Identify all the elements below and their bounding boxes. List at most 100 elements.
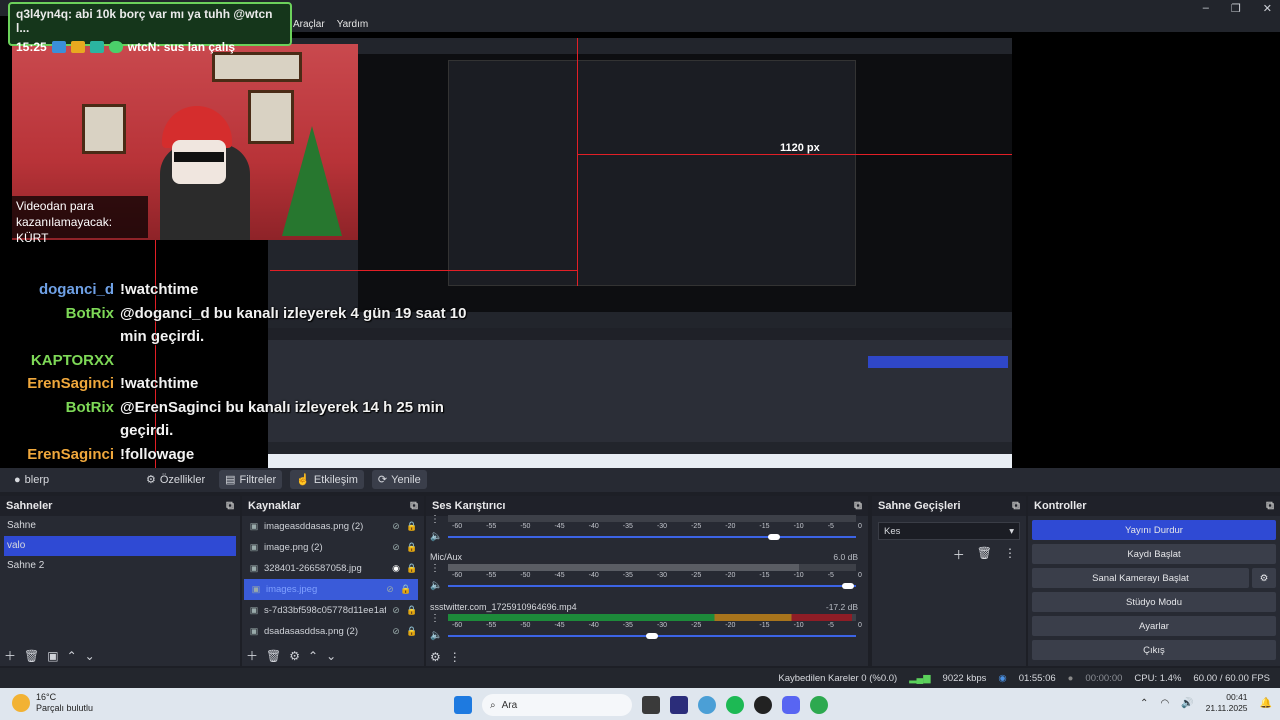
scene-item[interactable]: valo (4, 536, 236, 556)
lock-icon: 🔒 (406, 605, 418, 615)
chat-message: @ErenSaginci bu kanalı izleyerek 14 h 25… (120, 398, 444, 416)
spotify-icon[interactable] (726, 696, 744, 714)
guide-line (270, 270, 578, 271)
studio-mode-button[interactable]: Stüdyo Modu (1032, 592, 1276, 612)
chat-username (0, 325, 114, 349)
windows-start-icon[interactable] (454, 696, 472, 714)
volume-knob[interactable] (646, 633, 658, 639)
task-view-icon[interactable] (642, 696, 660, 714)
source-item[interactable]: ▣ imageasddasas.png (2) ⊘ 🔒 (242, 516, 424, 537)
trash-icon[interactable]: 🗑 (24, 649, 39, 663)
volume-slider[interactable] (448, 534, 856, 540)
chat-line: BotRix @ErenSaginci bu kanalı 1 yıl 1 ay … (0, 466, 470, 468)
gear-icon[interactable]: ⚙ (430, 650, 441, 664)
undock-icon[interactable]: ⧉ (410, 500, 418, 513)
add-icon[interactable]: ＋ (246, 647, 258, 664)
preview-canvas[interactable]: 1120 px Videodan para kazanılamayacak: K… (0, 16, 1280, 468)
source-item[interactable]: ▣ images.jpeg ⊘ 🔒 (244, 579, 418, 600)
close-button[interactable]: ✕ (1263, 2, 1272, 15)
more-icon[interactable]: ⋮ (1004, 546, 1016, 563)
chrome-icon[interactable] (810, 696, 828, 714)
chat-line: geçirdi. (0, 419, 470, 443)
chat-message: !watchtime (120, 375, 199, 392)
minimize-button[interactable]: – (1203, 2, 1209, 14)
chat-username: ErenSaginci (27, 445, 114, 463)
virtual-camera-settings-button[interactable]: ⚙ (1252, 568, 1276, 588)
speaker-icon[interactable]: 🔈 (430, 580, 442, 591)
volume-knob[interactable] (841, 583, 854, 589)
properties-button[interactable]: ⚙ Özellikler (140, 470, 211, 489)
speaker-icon[interactable]: 🔈 (430, 630, 442, 641)
volume-slider[interactable] (448, 633, 856, 639)
chevron-down-icon: ▾ (1009, 525, 1014, 537)
undock-icon[interactable]: ⧉ (226, 500, 234, 513)
chat-message: geçirdi. (120, 422, 174, 439)
filter-icon: ▤ (225, 474, 236, 486)
scene-item[interactable]: Sahne (0, 516, 240, 536)
trash-icon[interactable]: 🗑 (977, 546, 992, 563)
volume-icon[interactable]: 🔊 (1181, 698, 1193, 709)
image-icon: ▣ (251, 584, 261, 594)
exit-button[interactable]: Çıkış (1032, 640, 1276, 660)
refresh-button[interactable]: ⟳ Yenile (371, 470, 427, 489)
lock-icon: 🔒 (406, 521, 418, 531)
filters-button[interactable]: ▤ Filtreler (219, 470, 283, 489)
start-virtual-camera-button[interactable]: Sanal Kamerayı Başlat (1032, 568, 1249, 588)
move-down-icon[interactable]: ⌄ (85, 649, 95, 663)
move-up-icon[interactable]: ⌃ (308, 649, 318, 663)
undock-icon[interactable]: ⧉ (1012, 500, 1020, 513)
chevron-up-icon[interactable]: ⌃ (1140, 698, 1148, 709)
eye-icon: ◉ (392, 563, 400, 573)
discord-icon[interactable] (782, 696, 800, 714)
level-meter (448, 564, 856, 571)
premiere-icon[interactable] (670, 696, 688, 714)
undock-icon[interactable]: ⧉ (854, 500, 862, 513)
cpu-usage: CPU: 1.4% (1134, 672, 1182, 684)
start-recording-button[interactable]: Kaydı Başlat (1032, 544, 1276, 564)
move-down-icon[interactable]: ⌄ (326, 649, 336, 663)
source-item[interactable]: ▣ dsadasasddsa.png (2) ⊘ 🔒 (242, 621, 424, 642)
gear-icon[interactable]: ⚙ (289, 649, 300, 663)
volume-knob[interactable] (768, 534, 781, 540)
chat-message: @doganci_d bu kanalı izleyerek 4 gün 19 … (120, 304, 467, 322)
weather-widget[interactable]: 16°C Parçalı bulutlu (12, 692, 93, 714)
wifi-icon[interactable]: ◠ (1160, 698, 1169, 709)
settings-button[interactable]: Ayarlar (1032, 616, 1276, 636)
mixer-channels: ⋮ -60 -55 -50 -45 -40 -35 -30 -25 -20 -15 -10 -5 0 🔈 Mi… (426, 514, 868, 650)
scene-item[interactable]: Sahne 2 (0, 556, 240, 576)
menu-help[interactable]: Yardım (337, 19, 369, 30)
interact-button[interactable]: ☝ Etkileşim (290, 470, 364, 489)
obs-icon[interactable] (754, 696, 772, 714)
chat-line: doganci_d !watchtime (0, 278, 470, 302)
chat-line: BotRix @ErenSaginci bu kanalı izleyerek 1… (0, 396, 470, 420)
source-item[interactable]: ▣ image.png (2) ⊘ 🔒 (242, 537, 424, 558)
app-icon[interactable] (698, 696, 716, 714)
more-icon[interactable]: ⋮ (449, 650, 461, 664)
chat-username: doganci_d (38, 281, 114, 298)
add-icon[interactable]: ＋ (953, 546, 965, 563)
chat-line: KAPTORXX (0, 349, 470, 373)
taskbar-search[interactable]: ⌕ Ara (482, 694, 632, 716)
maximize-button[interactable]: ❐ (1231, 2, 1241, 15)
menu-tools[interactable]: Araçlar (293, 19, 325, 30)
move-up-icon[interactable]: ⌃ (67, 649, 77, 663)
chat-username (0, 419, 114, 443)
add-icon[interactable]: ＋ (4, 647, 16, 664)
scenes-title: Sahneler (6, 500, 53, 512)
mixer-channel: Mic/Aux 6.0 dB ⋮ -60 -55 -50 -45 -40 -35 -30 -25 -2… (426, 550, 868, 600)
weather-icon (12, 694, 30, 712)
stop-stream-button[interactable]: Yayını Durdur (1032, 520, 1276, 540)
transitions-dock: Sahne Geçişleri ⧉ Kes ▾ ＋ 🗑 ⋮ (872, 496, 1026, 666)
filter-icon[interactable]: ▣ (47, 649, 58, 663)
volume-slider[interactable] (448, 583, 856, 589)
source-item[interactable]: ▣ s-7d33bf598c05778d11ee1af ⊘ 🔒 (242, 600, 424, 621)
speaker-icon[interactable]: 🔈 (430, 531, 442, 542)
undock-icon[interactable]: ⧉ (1266, 500, 1274, 513)
chat-message: @ErenSaginci bu kanalı 1 yıl 1 ay 27 gün… (120, 466, 470, 468)
source-name: ● blerp (14, 474, 50, 486)
source-item[interactable]: ▣ 328401-266587058.jpg ◉ 🔒 (242, 558, 424, 579)
trash-icon[interactable]: 🗑 (266, 649, 281, 663)
transition-select[interactable]: Kes ▾ (878, 522, 1020, 540)
clock[interactable]: 00:41 21.11.2025 (1206, 692, 1248, 714)
notification-icon[interactable]: 🔔 (1260, 698, 1272, 709)
